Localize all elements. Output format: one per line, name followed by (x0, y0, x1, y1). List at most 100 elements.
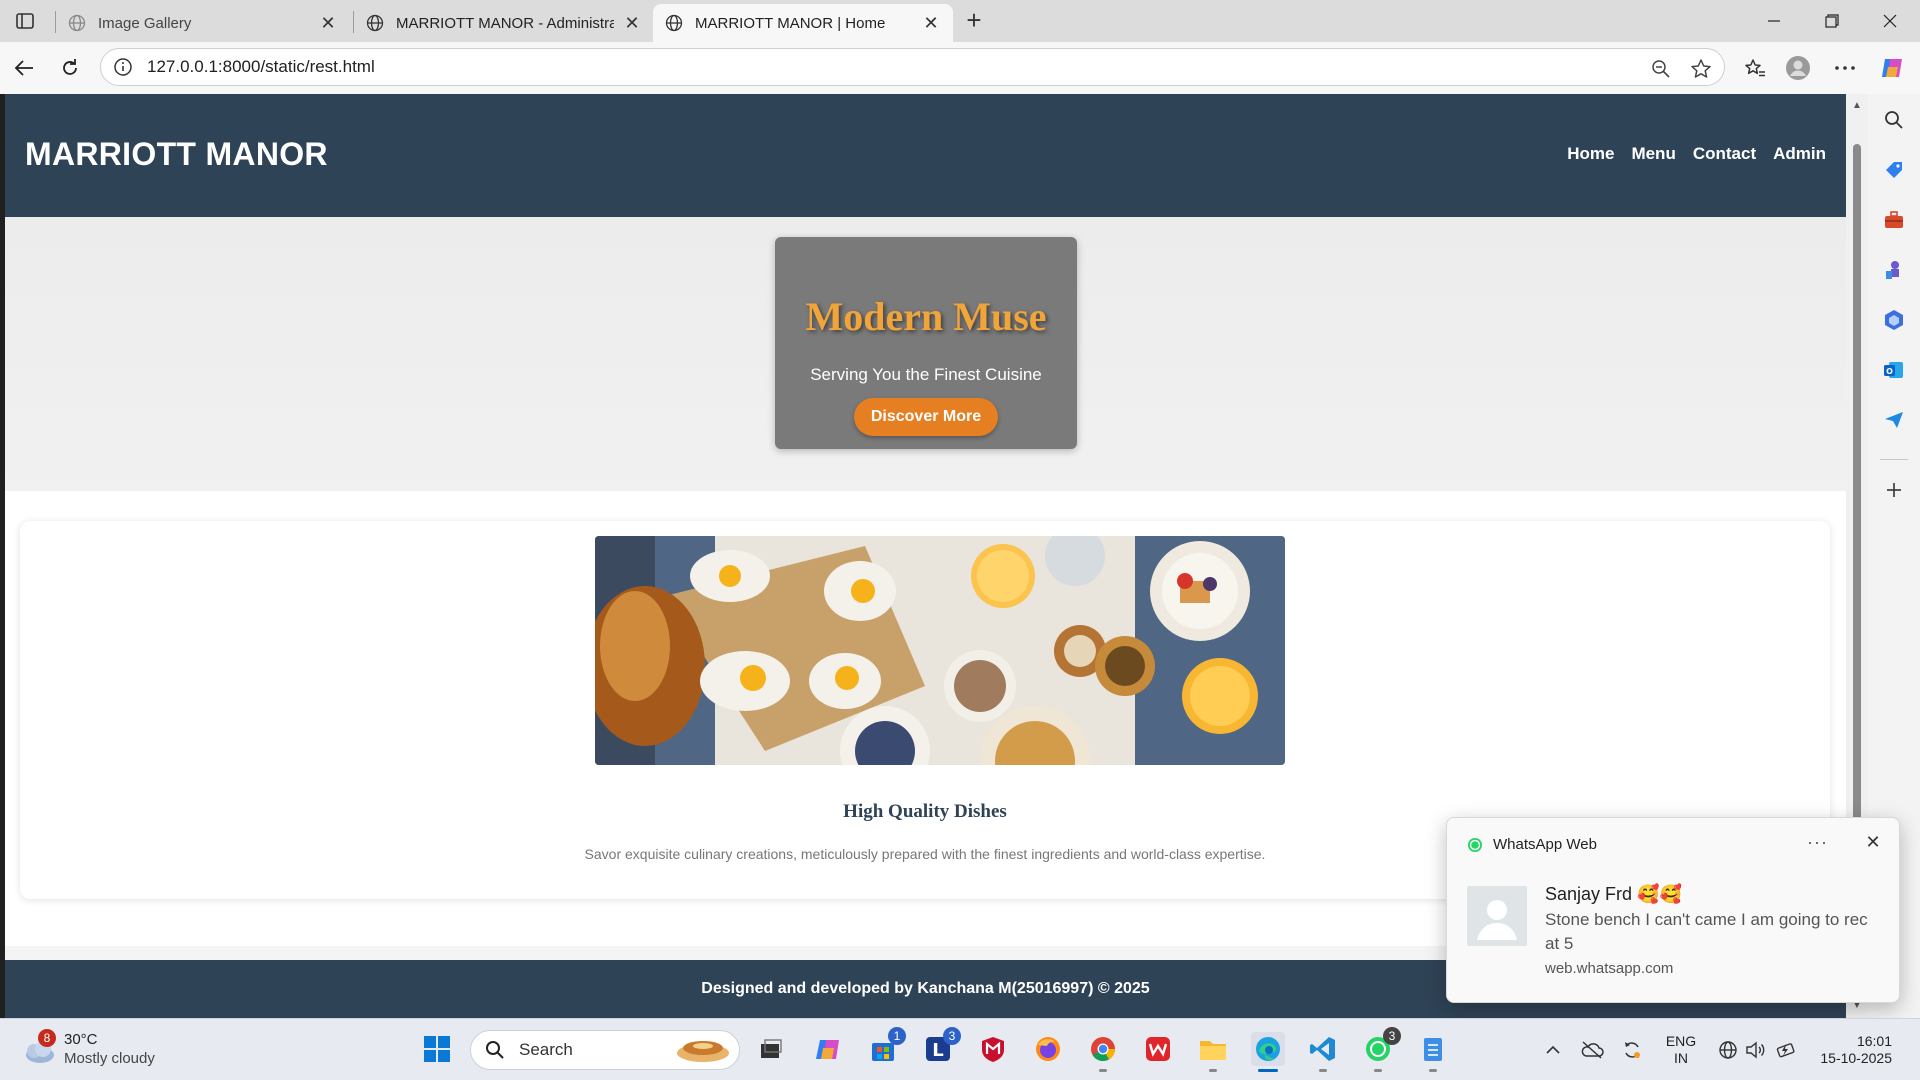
new-tab-button[interactable]: + (960, 5, 988, 35)
back-button[interactable] (8, 52, 40, 84)
discover-more-button[interactable]: Discover More (854, 398, 998, 436)
weather-widget[interactable]: 8 30°C Mostly cloudy (18, 1029, 188, 1071)
tab-title: MARRIOTT MANOR - Administrat (396, 14, 614, 32)
breakfast-food-image (595, 536, 1285, 765)
vscode-icon[interactable] (1306, 1032, 1340, 1072)
language-region: IN (1674, 1050, 1688, 1066)
restore-button[interactable] (1803, 0, 1861, 42)
close-icon[interactable]: ✕ (1861, 830, 1885, 854)
scroll-up-arrow[interactable]: ▲ (1850, 100, 1864, 112)
close-icon[interactable]: ✕ (921, 13, 941, 33)
whatsapp-notification[interactable]: WhatsApp Web ··· ✕ Sanjay Frd 🥰🥰 Stone b… (1446, 817, 1900, 1003)
profile-avatar-icon[interactable] (1784, 54, 1812, 82)
close-icon[interactable]: ✕ (318, 13, 338, 33)
svg-text:L: L (932, 1040, 943, 1061)
globe-icon (68, 14, 86, 32)
search-placeholder: Search (519, 1040, 573, 1059)
microsoft365-icon[interactable] (1882, 308, 1906, 332)
tab-administration[interactable]: MARRIOTT MANOR - Administrat ✕ (354, 4, 654, 42)
microsoft-store-icon[interactable]: 1 (866, 1027, 906, 1066)
search-icon[interactable] (1882, 108, 1906, 132)
zoom-out-icon[interactable] (1649, 57, 1673, 81)
start-windows-icon[interactable] (420, 1032, 454, 1066)
site-logo[interactable]: MARRIOTT MANOR (25, 136, 328, 173)
address-bar[interactable]: 127.0.0.1:8000/static/rest.html (100, 48, 1725, 86)
volume-icon[interactable] (1744, 1033, 1768, 1067)
favorites-icon[interactable] (1741, 54, 1769, 82)
send-icon[interactable] (1882, 408, 1906, 432)
globe-icon (665, 14, 683, 32)
tab-home[interactable]: MARRIOTT MANOR | Home ✕ (653, 4, 953, 42)
sync-icon[interactable] (1620, 1033, 1644, 1067)
tab-image-gallery[interactable]: Image Gallery ✕ (56, 4, 350, 42)
task-view-icon[interactable] (754, 1032, 788, 1066)
running-indicator (1319, 1069, 1327, 1072)
more-options-icon[interactable] (1831, 54, 1859, 82)
search-highlight-icon (677, 1041, 729, 1062)
tab-title: Image Gallery (98, 14, 192, 32)
file-explorer-icon[interactable] (1196, 1032, 1230, 1072)
nav-menu-link[interactable]: Menu (1631, 144, 1675, 164)
notification-badge: 3 (943, 1027, 961, 1045)
clock-date: 15-10-2025 (1820, 1050, 1892, 1066)
cloud-sync-off-icon[interactable] (1580, 1033, 1604, 1067)
more-options-icon[interactable]: ··· (1807, 832, 1828, 853)
nav-home-link[interactable]: Home (1567, 144, 1614, 164)
notification-message: Stone bench I can't came I am going to r… (1545, 910, 1868, 953)
hero-section: Modern Muse Serving You the Finest Cuisi… (5, 217, 1846, 497)
network-globe-icon[interactable] (1716, 1033, 1740, 1067)
address-toolbar: 127.0.0.1:8000/static/rest.html (0, 42, 1920, 94)
favorite-star-icon[interactable] (1689, 57, 1713, 81)
close-window-button[interactable] (1861, 0, 1919, 42)
whatsapp-icon (1468, 837, 1482, 852)
whatsapp-app-icon[interactable]: 3 (1361, 1027, 1401, 1072)
notification-source: web.whatsapp.com (1545, 960, 1674, 977)
site-header: MARRIOTT MANOR Home Menu Contact Admin (5, 94, 1846, 217)
lens-app-icon[interactable]: L 3 (921, 1027, 961, 1066)
close-icon[interactable]: ✕ (622, 13, 642, 33)
notification-app: WhatsApp Web (1467, 836, 1597, 853)
notification-app-name: WhatsApp Web (1493, 836, 1597, 853)
taskbar-search[interactable]: Search (470, 1030, 740, 1070)
wps-office-icon[interactable] (1141, 1032, 1175, 1066)
running-indicator (1429, 1069, 1437, 1072)
input-language[interactable]: ENG IN (1664, 1033, 1698, 1067)
language-code: ENG (1665, 1033, 1697, 1049)
running-indicator (1209, 1069, 1217, 1072)
nav-contact-link[interactable]: Contact (1693, 144, 1756, 164)
chrome-icon[interactable] (1086, 1032, 1120, 1072)
footer-credit: Designed and developed by Kanchana M(250… (701, 980, 1150, 997)
outlook-icon[interactable]: O (1882, 358, 1906, 382)
add-icon[interactable] (1882, 478, 1906, 502)
battery-charging-icon[interactable] (1774, 1033, 1798, 1067)
copilot-app-icon[interactable] (811, 1032, 845, 1066)
search-icon (486, 1041, 504, 1059)
refresh-button[interactable] (54, 52, 86, 84)
svg-text:O: O (1886, 367, 1893, 376)
notification-badge: 3 (1383, 1027, 1401, 1045)
hero-card: Modern Muse Serving You the Finest Cuisi… (775, 237, 1077, 449)
info-icon[interactable] (113, 57, 133, 77)
nav-admin-link[interactable]: Admin (1773, 144, 1826, 164)
tab-title: MARRIOTT MANOR | Home (695, 14, 886, 32)
running-indicator (1258, 1069, 1278, 1072)
minimize-button[interactable] (1745, 0, 1803, 42)
shopping-tag-icon[interactable] (1882, 158, 1906, 182)
running-indicator (1099, 1069, 1107, 1072)
sidebar-divider (1880, 459, 1908, 460)
url-text[interactable]: 127.0.0.1:8000/static/rest.html (147, 57, 375, 77)
tools-briefcase-icon[interactable] (1882, 208, 1906, 232)
firefox-icon[interactable] (1031, 1032, 1065, 1066)
site-nav: Home Menu Contact Admin (1567, 144, 1826, 164)
hero-subtitle: Serving You the Finest Cuisine (810, 365, 1042, 384)
tab-actions-icon[interactable] (12, 9, 38, 33)
system-clock[interactable]: 16:01 15-10-2025 (1812, 1033, 1892, 1067)
notepad-icon[interactable] (1416, 1032, 1450, 1072)
games-chess-icon[interactable] (1882, 258, 1906, 282)
hero-title: Modern Muse (805, 294, 1047, 339)
copilot-icon[interactable] (1878, 54, 1906, 82)
mcafee-icon[interactable] (976, 1032, 1010, 1066)
show-hidden-icons-chevron-icon[interactable] (1541, 1033, 1565, 1067)
globe-icon (366, 14, 384, 32)
edge-browser-icon[interactable] (1251, 1032, 1285, 1072)
